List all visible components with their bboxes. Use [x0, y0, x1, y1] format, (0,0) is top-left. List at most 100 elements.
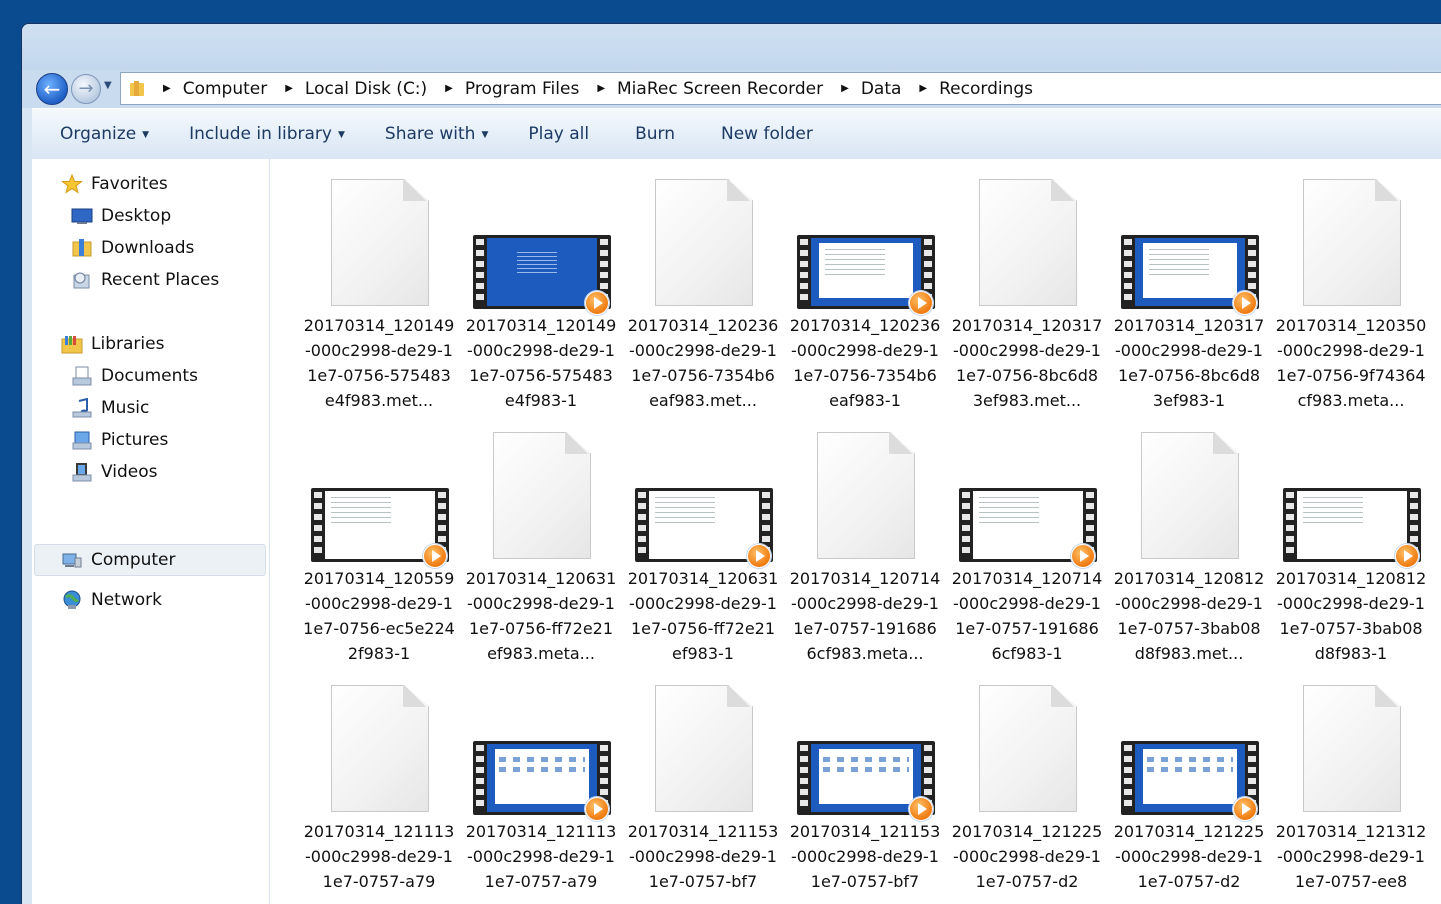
nav-recent-places-label: Recent Places — [101, 270, 220, 290]
breadcrumb-program-files[interactable]: Program Files — [465, 79, 579, 99]
video-file-item[interactable]: 20170314_120559-000c2998-de29-11e7-0756-… — [303, 422, 455, 667]
address-bar[interactable]: ▶ Computer ▶ Local Disk (C:) ▶ Program F… — [120, 72, 1441, 105]
star-icon — [61, 173, 83, 194]
nav-favorites[interactable]: Favorites — [61, 170, 168, 198]
nav-documents-label: Documents — [101, 366, 198, 386]
file-name: 20170314_120631-000c2998-de29-11e7-0756-… — [627, 569, 779, 663]
computer-icon — [61, 550, 83, 570]
nav-desktop[interactable]: Desktop — [71, 202, 171, 230]
forward-button[interactable]: → — [71, 74, 101, 104]
breadcrumb-arrow-icon[interactable]: ▶ — [919, 83, 927, 94]
file-name: 20170314_120812-000c2998-de29-11e7-0757-… — [1113, 569, 1265, 663]
share-with-label: Share with — [384, 124, 476, 144]
videos-icon — [71, 462, 93, 482]
nav-documents[interactable]: Documents — [71, 362, 198, 390]
file-item[interactable]: 20170314_120714-000c2998-de29-11e7-0757-… — [789, 422, 941, 667]
burn-button[interactable]: Burn — [635, 124, 675, 144]
file-item[interactable]: 20170314_120317-000c2998-de29-11e7-0756-… — [951, 169, 1103, 414]
file-name: 20170314_120317-000c2998-de29-11e7-0756-… — [1113, 316, 1265, 410]
video-file-item[interactable]: 20170314_120714-000c2998-de29-11e7-0757-… — [951, 422, 1103, 667]
breadcrumb-arrow-icon[interactable]: ▶ — [597, 83, 605, 94]
nav-music-label: Music — [101, 398, 150, 418]
nav-computer[interactable]: Computer — [34, 544, 266, 576]
nav-recent-places[interactable]: Recent Places — [71, 266, 219, 294]
nav-network-label: Network — [91, 590, 162, 610]
video-thumbnail — [465, 169, 617, 315]
dropdown-caret-icon: ▼ — [142, 130, 150, 140]
video-thumbnail — [951, 422, 1103, 568]
folder-icon — [129, 80, 145, 97]
video-file-item[interactable]: 20170314_120631-000c2998-de29-11e7-0756-… — [627, 422, 779, 667]
play-icon — [747, 544, 771, 568]
nav-computer-label: Computer — [91, 550, 176, 570]
back-button[interactable]: ← — [36, 73, 68, 105]
video-file-item[interactable]: 20170314_120149-000c2998-de29-11e7-0756-… — [465, 169, 617, 414]
file-item[interactable]: 20170314_120149-000c2998-de29-11e7-0756-… — [303, 169, 455, 414]
play-icon — [909, 797, 933, 821]
new-folder-button[interactable]: New folder — [721, 124, 813, 144]
libraries-icon — [61, 334, 83, 354]
nav-videos[interactable]: Videos — [71, 458, 158, 486]
breadcrumb-arrow-icon[interactable]: ▶ — [445, 83, 453, 94]
file-item[interactable]: 20170314_120631-000c2998-de29-11e7-0756-… — [465, 422, 617, 667]
video-file-item[interactable]: 20170314_121225-000c2998-de29-11e7-0757-… — [1113, 675, 1265, 904]
nav-pictures[interactable]: Pictures — [71, 426, 168, 454]
file-name: 20170314_120350-000c2998-de29-11e7-0756-… — [1275, 316, 1427, 410]
breadcrumb-recordings[interactable]: Recordings — [939, 79, 1033, 99]
desktop-icon — [71, 206, 93, 226]
nav-music[interactable]: Music — [71, 394, 149, 422]
share-with-button[interactable]: Share with ▼ — [385, 124, 488, 144]
include-in-library-button[interactable]: Include in library ▼ — [189, 124, 345, 144]
network-icon — [61, 590, 83, 610]
blank-file-icon — [303, 169, 455, 309]
file-item[interactable]: 20170314_120350-000c2998-de29-11e7-0756-… — [1275, 169, 1427, 414]
file-name: 20170314_120714-000c2998-de29-11e7-0757-… — [789, 569, 941, 663]
file-item[interactable]: 20170314_121312-000c2998-de29-11e7-0757-… — [1275, 675, 1427, 904]
file-list-view[interactable]: 20170314_120149-000c2998-de29-11e7-0756-… — [270, 159, 1441, 904]
file-name: 20170314_121225-000c2998-de29-11e7-0757-… — [951, 822, 1103, 891]
dropdown-caret-icon: ▼ — [481, 130, 489, 140]
file-name: 20170314_120149-000c2998-de29-11e7-0756-… — [465, 316, 617, 410]
organize-label: Organize — [60, 124, 137, 144]
breadcrumb-data[interactable]: Data — [861, 79, 902, 99]
file-item[interactable]: 20170314_121225-000c2998-de29-11e7-0757-… — [951, 675, 1103, 904]
play-all-button[interactable]: Play all — [528, 124, 589, 144]
recent-pages-dropdown-icon[interactable]: ▼ — [104, 80, 116, 96]
video-file-item[interactable]: 20170314_120317-000c2998-de29-11e7-0756-… — [1113, 169, 1265, 414]
downloads-folder-icon — [71, 238, 93, 258]
nav-videos-label: Videos — [101, 462, 158, 482]
video-file-item[interactable]: 20170314_121153-000c2998-de29-11e7-0757-… — [789, 675, 941, 904]
video-thumbnail — [1113, 169, 1265, 315]
play-icon — [1071, 544, 1095, 568]
nav-favorites-label: Favorites — [91, 174, 168, 194]
video-thumbnail — [789, 675, 941, 821]
nav-libraries-label: Libraries — [91, 334, 165, 354]
command-bar: Organize ▼ Include in library ▼ Share with… — [32, 108, 1441, 160]
breadcrumb-arrow-icon[interactable]: ▶ — [841, 83, 849, 94]
video-file-item[interactable]: 20170314_121113-000c2998-de29-11e7-0757-… — [465, 675, 617, 904]
breadcrumb-arrow-icon[interactable]: ▶ — [285, 83, 293, 94]
file-item[interactable]: 20170314_121113-000c2998-de29-11e7-0757-… — [303, 675, 455, 904]
nav-downloads[interactable]: Downloads — [71, 234, 194, 262]
breadcrumb-miarec[interactable]: MiaRec Screen Recorder — [617, 79, 823, 99]
video-file-item[interactable]: 20170314_120236-000c2998-de29-11e7-0756-… — [789, 169, 941, 414]
breadcrumb-arrow-icon[interactable]: ▶ — [163, 83, 171, 94]
video-file-item[interactable]: 20170314_120812-000c2998-de29-11e7-0757-… — [1275, 422, 1427, 667]
organize-button[interactable]: Organize ▼ — [60, 124, 149, 144]
file-item[interactable]: 20170314_121153-000c2998-de29-11e7-0757-… — [627, 675, 779, 904]
video-thumbnail — [303, 422, 455, 568]
title-bar[interactable] — [22, 24, 1441, 70]
breadcrumb-computer[interactable]: Computer — [183, 79, 268, 99]
nav-network[interactable]: Network — [61, 586, 162, 614]
play-icon — [423, 544, 447, 568]
breadcrumb-local-disk[interactable]: Local Disk (C:) — [305, 79, 427, 99]
file-name: 20170314_120236-000c2998-de29-11e7-0756-… — [789, 316, 941, 410]
blank-file-icon — [465, 422, 617, 562]
nav-libraries[interactable]: Libraries — [61, 330, 164, 358]
file-item[interactable]: 20170314_120236-000c2998-de29-11e7-0756-… — [627, 169, 779, 414]
file-name: 20170314_120317-000c2998-de29-11e7-0756-… — [951, 316, 1103, 410]
nav-pictures-label: Pictures — [101, 430, 169, 450]
blank-file-icon — [951, 169, 1103, 309]
play-icon — [1233, 797, 1257, 821]
file-item[interactable]: 20170314_120812-000c2998-de29-11e7-0757-… — [1113, 422, 1265, 667]
